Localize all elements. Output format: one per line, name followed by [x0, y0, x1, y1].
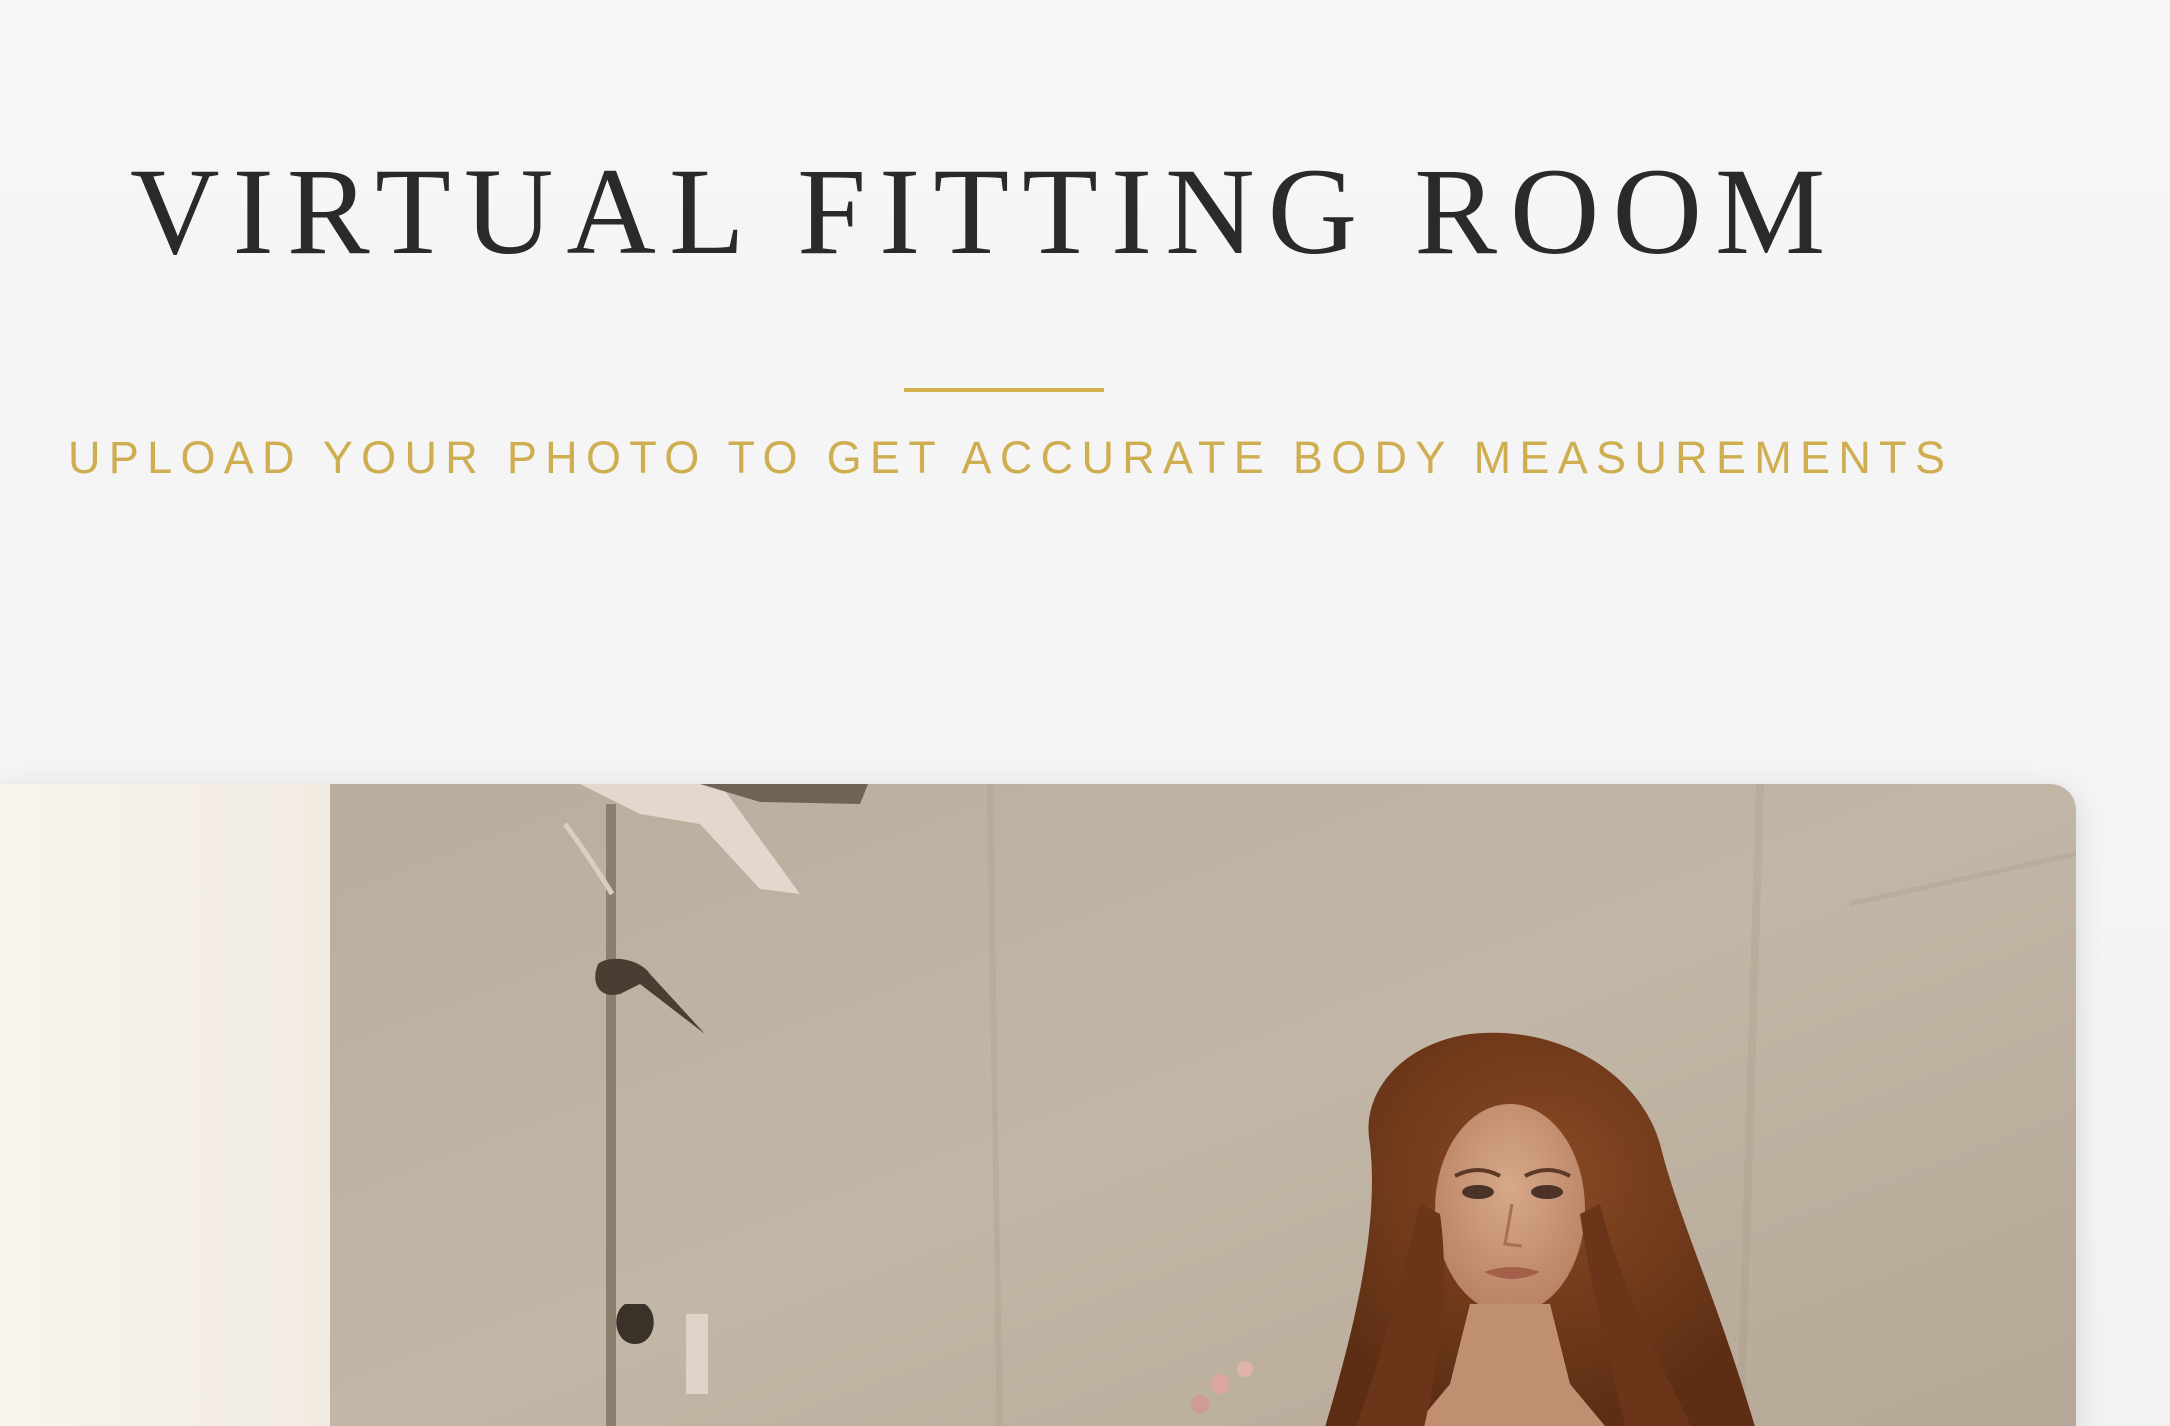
page-subtitle: UPLOAD YOUR PHOTO TO GET ACCURATE BODY M… [68, 432, 1954, 483]
uploaded-photo-card[interactable] [0, 784, 2076, 1426]
fitting-room-page: VIRTUAL FITTING ROOM UPLOAD YOUR PHOTO T… [0, 0, 2170, 1426]
uploaded-photo [0, 784, 2076, 1426]
page-title: VIRTUAL FITTING ROOM [130, 143, 1839, 280]
title-divider [904, 388, 1104, 392]
